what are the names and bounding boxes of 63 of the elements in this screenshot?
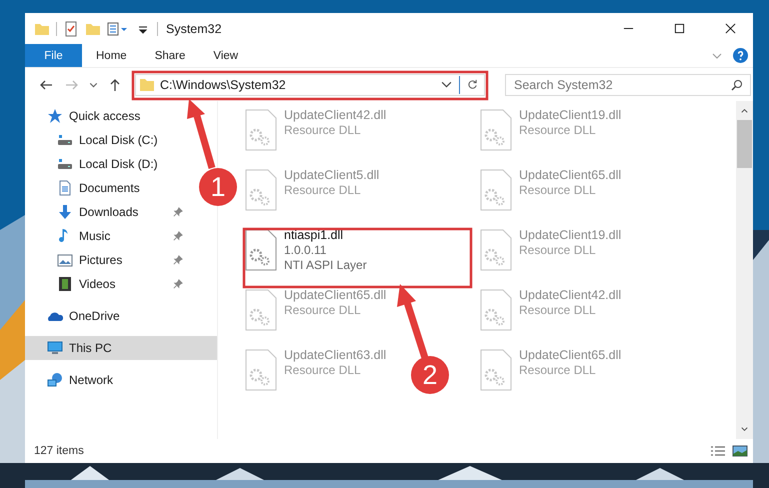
sidebar-item[interactable]: Videos [25,272,185,296]
sidebar-item[interactable]: Downloads [25,200,185,224]
sidebar-item[interactable]: Network [25,368,185,392]
back-icon[interactable] [39,78,53,92]
forward-icon[interactable] [65,78,79,92]
address-field[interactable]: C:\Windows\System32 [135,74,485,96]
window-title: System32 [166,22,222,36]
details-view-icon[interactable] [710,445,726,457]
sidebar-item[interactable]: Local Disk (D:) [25,152,185,176]
sidebar-item[interactable]: Quick access [25,104,185,128]
sidebar-item[interactable]: This PC [25,336,217,360]
dropdown-icon[interactable] [441,79,452,90]
pin-icon[interactable] [173,207,183,217]
file-version: 1.0.0.11 [284,243,328,258]
search-field[interactable]: Search System32 [505,74,751,96]
scrollbar[interactable] [736,101,753,439]
pin-icon[interactable] [173,231,183,241]
down-arrow-icon [57,204,73,220]
document-icon [57,180,73,196]
item-count: 127 items [34,445,84,457]
drive-icon [57,132,73,148]
checklist-icon[interactable] [63,20,79,36]
sidebar-item[interactable]: Documents [25,176,185,200]
search-icon [731,78,743,90]
file-description: Resource DLL [284,363,362,378]
sidebar-item[interactable]: OneDrive [25,304,185,328]
scroll-thumb[interactable] [737,120,752,168]
sidebar-item[interactable]: Local Disk (C:) [25,128,185,152]
scroll-down-icon[interactable] [740,425,749,434]
picture-icon [57,252,73,268]
refresh-icon[interactable] [467,79,478,90]
file-description: Resource DLL [519,183,597,198]
ribbon-tab[interactable]: View [199,44,252,67]
file-description: Resource DLL [519,303,597,318]
sidebar-item[interactable]: Pictures [25,248,185,272]
pin-icon[interactable] [173,255,183,265]
maximize-icon[interactable] [674,23,685,34]
file-description: Resource DLL [519,123,597,138]
help-icon[interactable] [733,48,748,63]
folder-icon [139,76,155,92]
scroll-up-icon[interactable] [740,106,749,115]
ribbon-tab[interactable]: Share [140,44,200,67]
up-icon[interactable] [108,78,122,92]
file-description: Resource DLL [284,183,362,198]
file-description: NTI ASPI Layer [284,258,367,273]
file-description: Resource DLL [519,243,597,258]
file-gear-icon[interactable] [245,229,277,271]
arrow [187,99,216,169]
thumbnail-view-icon[interactable] [732,445,748,457]
monitor-icon [47,340,63,356]
sidebar-item[interactable]: Music [25,224,185,248]
drive-icon [57,156,73,172]
pin-icon[interactable] [173,279,183,289]
film-icon [57,276,73,292]
star-icon [47,108,63,124]
file-description: Resource DLL [284,303,362,318]
file-description: Resource DLL [519,363,597,378]
ribbon-tab[interactable]: Home [82,44,141,67]
file-description: Resource DLL [284,123,362,138]
properties-icon[interactable] [107,20,129,36]
file-name[interactable]: ntiaspi1.dll [284,228,367,243]
close-icon[interactable] [725,23,736,34]
network-icon [47,372,63,388]
